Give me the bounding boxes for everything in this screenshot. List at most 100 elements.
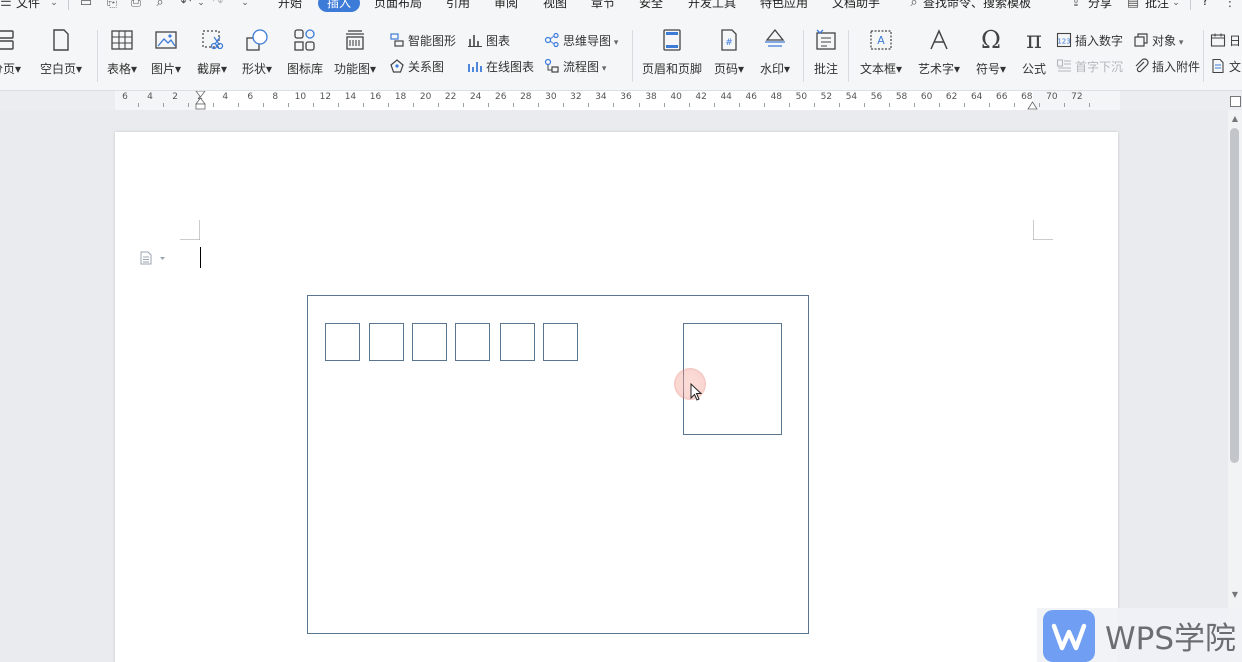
- postal-code-box[interactable]: [412, 323, 447, 361]
- page-number-label: 页码▾: [713, 62, 745, 76]
- ruler-tick: [738, 103, 740, 107]
- comment-icon[interactable]: ▤: [1125, 0, 1141, 10]
- flow-chart-button[interactable]: 流程图 ▾: [544, 58, 606, 76]
- ruler-tick-label: 72: [1071, 92, 1083, 102]
- more-icon[interactable]: ⋮: [1222, 0, 1238, 10]
- blank-page-button[interactable]: 空白页▾: [36, 28, 86, 77]
- vertical-scrollbar[interactable]: ▲ ▼: [1228, 110, 1242, 662]
- mouse-pointer-icon: [690, 383, 702, 401]
- drop-cap-button[interactable]: 首字下沉: [1056, 58, 1123, 76]
- svg-text:A: A: [877, 34, 885, 47]
- scrollbar-thumb[interactable]: [1230, 128, 1239, 463]
- chevron-down-icon[interactable]: ⌄: [193, 0, 209, 10]
- relation-chart-button[interactable]: 关系图: [389, 58, 444, 76]
- redo-icon[interactable]: ↷: [210, 0, 226, 10]
- object-button[interactable]: 对象 ▾: [1133, 32, 1183, 50]
- date-button[interactable]: 日: [1210, 32, 1241, 50]
- function-chart-button[interactable]: 功能图▾: [332, 28, 378, 77]
- tab-review[interactable]: 审阅: [494, 0, 518, 11]
- ruler-tick-label: 28: [520, 92, 532, 102]
- file-menu[interactable]: 文件: [16, 0, 40, 11]
- online-chart-icon: [467, 58, 483, 74]
- ruler-tick: [488, 103, 490, 107]
- document-workspace[interactable]: [0, 110, 1228, 662]
- function-chart-label: 功能图▾: [333, 62, 377, 76]
- postal-code-box[interactable]: [455, 323, 490, 361]
- help-button[interactable]: ?: [1202, 0, 1208, 8]
- document-page[interactable]: [115, 132, 1118, 662]
- right-indent-marker-icon[interactable]: [1027, 97, 1038, 110]
- header-footer-button[interactable]: 页眉和页脚: [639, 28, 705, 77]
- print-icon[interactable]: ⎙: [128, 0, 144, 10]
- postal-code-box[interactable]: [500, 323, 535, 361]
- formula-button[interactable]: π 公式: [1016, 28, 1052, 77]
- tab-insert[interactable]: 插入: [318, 0, 360, 12]
- share-icon[interactable]: ⇪: [1068, 0, 1084, 10]
- smart-graphic-icon: [389, 32, 405, 48]
- indent-marker-icon[interactable]: [195, 91, 206, 110]
- postal-code-box[interactable]: [325, 323, 360, 361]
- tab-page-layout[interactable]: 页面布局: [374, 0, 422, 11]
- text-box-button[interactable]: A 文本框▾: [856, 28, 906, 77]
- tab-view[interactable]: 视图: [543, 0, 567, 11]
- shape-button[interactable]: 形状▾: [238, 28, 276, 77]
- chevron-down-icon[interactable]: ⌄: [46, 0, 62, 10]
- print-preview-icon[interactable]: ⌕: [152, 0, 168, 10]
- word-art-button[interactable]: 艺术字▾: [914, 28, 964, 77]
- tab-chapter[interactable]: 章节: [591, 0, 615, 11]
- tab-references[interactable]: 引用: [446, 0, 470, 11]
- tab-doc-assistant[interactable]: 文档助手: [832, 0, 880, 11]
- watermark-button[interactable]: 水印▾: [755, 28, 795, 77]
- postal-code-box[interactable]: [369, 323, 404, 361]
- envelope-outline[interactable]: [307, 295, 809, 634]
- scroll-down-icon[interactable]: ▼: [1230, 590, 1240, 600]
- ruler-tick: [788, 103, 790, 107]
- picture-button[interactable]: 图片▾: [147, 28, 185, 77]
- search-icon[interactable]: ⌕: [906, 0, 922, 10]
- insert-number-button[interactable]: 123 插入数字: [1056, 32, 1123, 50]
- tab-home[interactable]: 开始: [278, 0, 302, 11]
- ruler-tick: [939, 103, 941, 107]
- scroll-up-icon[interactable]: ▲: [1230, 114, 1240, 124]
- command-search[interactable]: 查找命令、搜索模板: [923, 0, 1031, 11]
- comment-label: 批注: [813, 62, 838, 76]
- screenshot-button[interactable]: 截屏▾: [193, 28, 231, 77]
- screenshot-label: 截屏▾: [196, 62, 228, 76]
- picture-label: 图片▾: [150, 62, 182, 76]
- document-part-button[interactable]: 文: [1210, 58, 1241, 76]
- table-button[interactable]: 表格▾: [103, 28, 141, 77]
- chart-button[interactable]: 图表: [467, 32, 510, 50]
- mind-map-button[interactable]: 思维导图 ▾: [544, 32, 618, 50]
- chevron-down-icon[interactable]: ⌄: [1168, 0, 1184, 10]
- undo-icon[interactable]: ↶: [178, 0, 194, 10]
- ruler-toggle-icon[interactable]: [1230, 96, 1241, 107]
- smart-graphic-button[interactable]: 智能图形: [389, 32, 456, 50]
- ruler-tick-label: 24: [469, 92, 482, 102]
- page-break-button[interactable]: 分页▾: [0, 28, 26, 77]
- ruler-tick-label: 40: [670, 92, 682, 102]
- relation-chart-icon: [389, 58, 405, 74]
- tab-security[interactable]: 安全: [639, 0, 663, 11]
- chevron-down-icon[interactable]: ⌄: [237, 0, 253, 10]
- insert-attachment-button[interactable]: 插入附件: [1133, 58, 1200, 76]
- tab-special-apps[interactable]: 特色应用: [760, 0, 808, 11]
- formula-label: 公式: [1021, 62, 1046, 76]
- symbol-button[interactable]: Ω 符号▾: [972, 28, 1010, 77]
- margin-corner-mark: [1033, 220, 1053, 240]
- text-box-label: 文本框▾: [859, 62, 903, 76]
- comment-menu[interactable]: 批注: [1145, 0, 1169, 11]
- wps-academy-logo: WPS学院: [1037, 608, 1242, 662]
- save-icon[interactable]: ▭: [78, 0, 94, 10]
- paragraph-layout-icon[interactable]: [139, 251, 167, 265]
- share-button[interactable]: 分享: [1088, 0, 1112, 11]
- margin-corner-mark: [180, 220, 200, 240]
- page-number-button[interactable]: # 页码▾: [710, 28, 748, 77]
- postal-code-box[interactable]: [543, 323, 578, 361]
- horizontal-ruler[interactable]: 6422468101214161820222426283032343638404…: [0, 91, 1242, 110]
- icon-library-button[interactable]: 图标库: [284, 28, 326, 77]
- comment-button[interactable]: 批注: [810, 28, 842, 77]
- online-chart-button[interactable]: 在线图表: [467, 58, 534, 76]
- tab-developer[interactable]: 开发工具: [688, 0, 736, 11]
- export-pdf-icon[interactable]: ⎘: [104, 0, 120, 10]
- menu-icon[interactable]: ☰: [0, 0, 14, 10]
